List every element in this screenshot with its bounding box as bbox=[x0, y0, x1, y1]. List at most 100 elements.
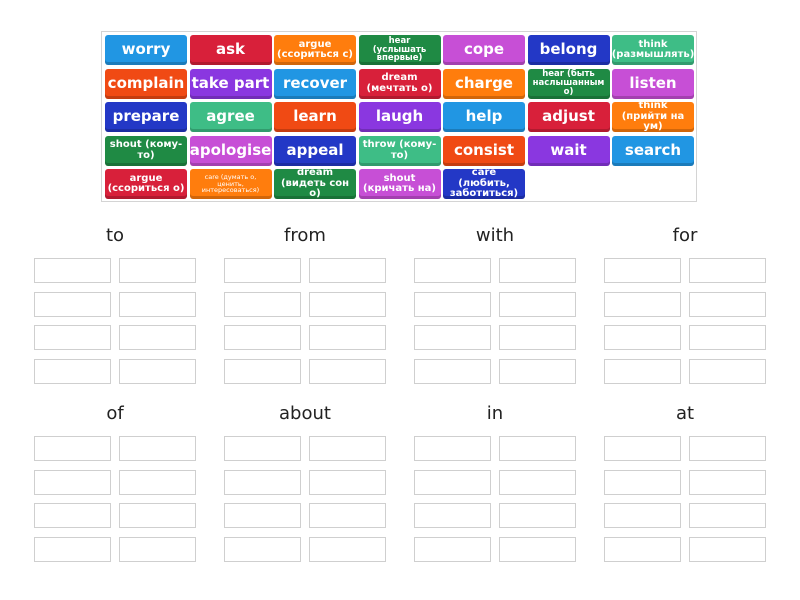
word-tile[interactable]: care (думать о, ценить, интересоваться) bbox=[189, 169, 272, 199]
drop-slot[interactable] bbox=[689, 436, 766, 461]
word-tile[interactable]: agree bbox=[189, 102, 272, 132]
group-title: about bbox=[279, 403, 331, 424]
drop-slot[interactable] bbox=[689, 358, 766, 384]
drop-slot[interactable] bbox=[34, 325, 111, 350]
drop-slot[interactable] bbox=[689, 258, 766, 283]
drop-slot[interactable] bbox=[414, 436, 491, 461]
word-tile[interactable]: think (размышлять) bbox=[612, 35, 694, 65]
drop-slot[interactable] bbox=[309, 325, 386, 350]
drop-slot[interactable] bbox=[604, 258, 681, 283]
word-tile[interactable]: think (прийти на ум) bbox=[612, 101, 694, 132]
drop-slot[interactable] bbox=[224, 469, 301, 495]
word-tile[interactable]: take part bbox=[189, 68, 272, 99]
word-tile[interactable]: complain bbox=[105, 68, 187, 99]
drop-slot[interactable] bbox=[34, 258, 111, 283]
drop-slot[interactable] bbox=[224, 436, 301, 461]
drop-slot[interactable] bbox=[414, 325, 491, 350]
word-tile[interactable]: learn bbox=[274, 102, 356, 132]
word-tile[interactable]: shout (кричать на) bbox=[358, 169, 441, 199]
drop-slot[interactable] bbox=[689, 325, 766, 350]
drop-slot[interactable] bbox=[499, 503, 576, 528]
drop-slot[interactable] bbox=[119, 469, 196, 495]
drop-slot[interactable] bbox=[309, 258, 386, 283]
drop-slot[interactable] bbox=[604, 436, 681, 461]
drop-slot[interactable] bbox=[414, 503, 491, 528]
drop-slot[interactable] bbox=[119, 258, 196, 283]
drop-slot[interactable] bbox=[224, 536, 301, 562]
word-tile[interactable]: prepare bbox=[105, 102, 187, 132]
drop-slot[interactable] bbox=[309, 469, 386, 495]
word-tile[interactable]: charge bbox=[443, 68, 525, 99]
drop-slot[interactable] bbox=[309, 291, 386, 317]
drop-slot[interactable] bbox=[499, 469, 576, 495]
word-tile[interactable]: recover bbox=[274, 68, 356, 99]
word-tile[interactable]: adjust bbox=[527, 102, 610, 132]
drop-slot[interactable] bbox=[499, 436, 576, 461]
drop-slot[interactable] bbox=[309, 436, 386, 461]
drop-slot[interactable] bbox=[689, 291, 766, 317]
word-tile[interactable]: hear (быть наслышанным о) bbox=[527, 68, 610, 99]
drop-slot[interactable] bbox=[119, 291, 196, 317]
word-tile[interactable]: argue (ссориться с) bbox=[274, 35, 356, 65]
drop-slot[interactable] bbox=[499, 358, 576, 384]
drop-slot[interactable] bbox=[224, 358, 301, 384]
drop-slot[interactable] bbox=[414, 469, 491, 495]
drop-slot[interactable] bbox=[604, 325, 681, 350]
word-tile[interactable]: cope bbox=[443, 35, 525, 65]
group-title: to bbox=[105, 225, 125, 246]
word-tile[interactable]: search bbox=[612, 135, 694, 166]
drop-slot[interactable] bbox=[34, 358, 111, 384]
drop-slot[interactable] bbox=[309, 358, 386, 384]
word-tile[interactable]: appeal bbox=[274, 135, 356, 166]
tile-bank: worry ask argue (ссориться с) hear (услышат… bbox=[101, 31, 697, 202]
word-tile[interactable]: throw (кому-то) bbox=[358, 135, 441, 166]
word-tile[interactable]: wait bbox=[527, 135, 610, 166]
word-tile[interactable]: hear (услышать впервые) bbox=[358, 35, 441, 65]
word-tile[interactable]: dream (мечтать о) bbox=[358, 68, 441, 99]
drop-slot[interactable] bbox=[119, 325, 196, 350]
word-tile[interactable]: listen bbox=[612, 68, 694, 99]
drop-slot[interactable] bbox=[414, 536, 491, 562]
word-tile[interactable]: consist bbox=[443, 135, 525, 166]
drop-slot[interactable] bbox=[224, 291, 301, 317]
word-tile[interactable]: care (любить, заботиться) bbox=[443, 168, 525, 199]
word-tile[interactable]: apologise bbox=[189, 135, 272, 166]
drop-slot[interactable] bbox=[604, 358, 681, 384]
drop-slot[interactable] bbox=[224, 258, 301, 283]
drop-slot[interactable] bbox=[119, 503, 196, 528]
drop-slot[interactable] bbox=[309, 536, 386, 562]
word-tile[interactable]: shout (кому-то) bbox=[105, 135, 187, 166]
word-tile[interactable]: argue (ссориться о) bbox=[105, 169, 187, 199]
drop-slot[interactable] bbox=[689, 503, 766, 528]
drop-slot[interactable] bbox=[414, 291, 491, 317]
drop-slot[interactable] bbox=[34, 536, 111, 562]
drop-slot[interactable] bbox=[34, 469, 111, 495]
drop-slot[interactable] bbox=[119, 536, 196, 562]
drop-slot[interactable] bbox=[119, 436, 196, 461]
word-tile[interactable]: worry bbox=[105, 35, 187, 65]
drop-slot[interactable] bbox=[604, 469, 681, 495]
drop-slot[interactable] bbox=[224, 503, 301, 528]
drop-slot[interactable] bbox=[414, 358, 491, 384]
drop-slot[interactable] bbox=[689, 469, 766, 495]
drop-slot[interactable] bbox=[224, 325, 301, 350]
drop-slot[interactable] bbox=[689, 536, 766, 562]
drop-slot[interactable] bbox=[499, 325, 576, 350]
drop-slot[interactable] bbox=[499, 536, 576, 562]
drop-slot[interactable] bbox=[309, 503, 386, 528]
drop-slot[interactable] bbox=[499, 258, 576, 283]
drop-slot[interactable] bbox=[34, 436, 111, 461]
drop-slot[interactable] bbox=[499, 291, 576, 317]
word-tile[interactable]: dream (видеть сон о) bbox=[274, 168, 356, 199]
drop-slot[interactable] bbox=[34, 503, 111, 528]
word-tile[interactable]: help bbox=[443, 102, 525, 132]
drop-slot[interactable] bbox=[34, 291, 111, 317]
word-tile[interactable]: belong bbox=[527, 35, 610, 65]
word-tile[interactable]: laugh bbox=[358, 102, 441, 132]
word-tile[interactable]: ask bbox=[189, 35, 272, 65]
drop-slot[interactable] bbox=[414, 258, 491, 283]
drop-slot[interactable] bbox=[604, 503, 681, 528]
drop-slot[interactable] bbox=[604, 536, 681, 562]
drop-slot[interactable] bbox=[119, 358, 196, 384]
drop-slot[interactable] bbox=[604, 291, 681, 317]
